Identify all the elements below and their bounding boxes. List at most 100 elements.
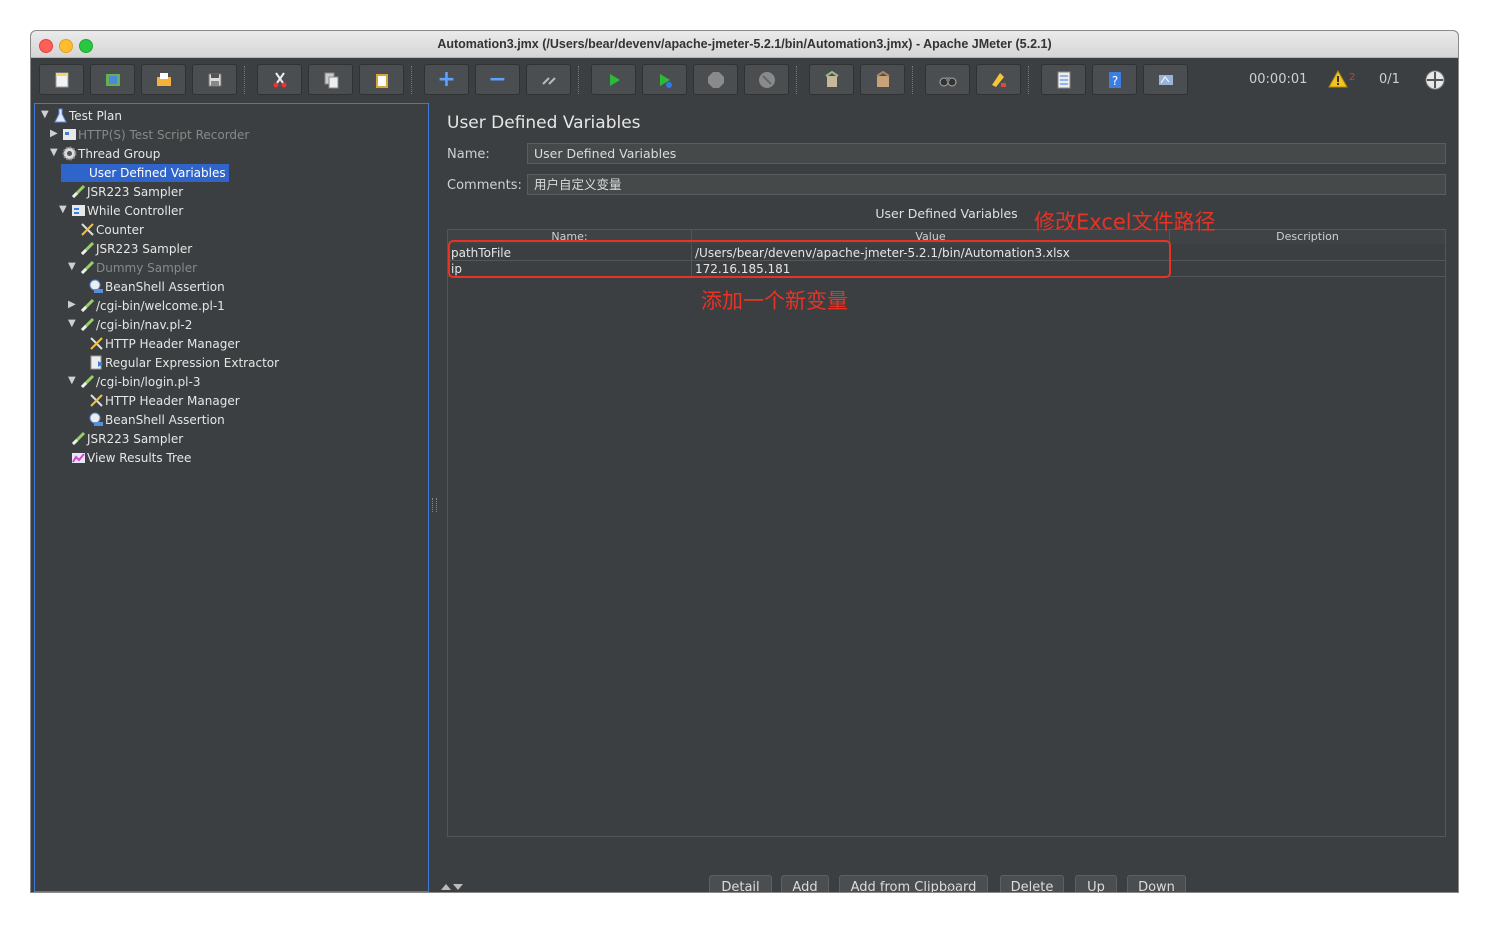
panel-heading: User Defined Variables [447,113,641,133]
save-button[interactable] [192,64,237,95]
stop-button[interactable] [693,64,738,95]
copy-button[interactable] [308,64,353,95]
tree-item[interactable]: User Defined Variables [61,164,229,182]
pane-splitter[interactable] [430,103,438,892]
test-plan-tree[interactable]: ▼ Test Plan ▶ HTTP(S) Test Script Recorder ▼… [34,103,429,892]
annotation-edit-path: 修改Excel文件路径 [1034,210,1216,234]
title-bar: Automation3.jmx (/Users/bear/devenv/apac… [31,31,1458,58]
collapse-icon: − [488,66,507,92]
controller-icon [71,203,86,218]
sampler-icon [80,241,95,256]
recorder-icon [62,127,77,142]
highlight-box [448,240,1171,278]
toggle-button[interactable] [526,64,571,95]
collapse-arrow-icon[interactable]: ▼ [68,318,76,329]
function-helper-icon [1057,71,1070,88]
clear-icon [824,70,839,87]
reset-search-button[interactable] [976,64,1021,95]
expand-arrow-icon[interactable]: ▶ [68,299,76,310]
cut-icon [273,71,286,87]
tree-item[interactable]: View Results Tree [87,449,191,467]
paste-button[interactable] [359,64,404,95]
svg-text:?: ? [1111,74,1117,88]
open-icon [156,72,171,86]
collapse-arrow-icon[interactable]: ▼ [68,375,76,386]
tree-item[interactable]: /cgi-bin/login.pl-3 [96,373,200,391]
gear-icon [62,146,77,161]
search-button[interactable] [925,64,970,95]
toolbar: + − ? 00:00:01 2 0/1 [31,58,1458,103]
element-panel: User Defined Variables Name: User Define… [439,103,1458,892]
sampler-icon [80,374,95,389]
start-button[interactable] [591,64,636,95]
collapse-all-button[interactable]: − [475,64,520,95]
sampler-icon [80,298,95,313]
tree-item[interactable]: Counter [96,221,144,239]
new-button[interactable] [39,64,84,95]
window-title: Automation3.jmx (/Users/bear/devenv/apac… [437,37,1052,51]
tree-item[interactable]: Test Plan [69,107,122,125]
sampler-icon [80,317,95,332]
templates-button[interactable] [90,64,135,95]
tree-item[interactable]: Regular Expression Extractor [105,354,279,372]
config-wrench-icon [89,336,104,351]
remote-icon [1158,74,1173,85]
tree-item[interactable]: JSR223 Sampler [96,240,192,258]
collapse-arrow-icon[interactable]: ▼ [59,204,67,215]
clear-button[interactable] [809,64,854,95]
detail-button[interactable]: Detail [709,875,772,892]
reset-search-icon [991,72,1006,87]
extractor-icon [89,355,104,370]
tree-item[interactable]: HTTP(S) Test Script Recorder [78,126,249,144]
remote-button[interactable] [1143,64,1188,95]
up-button[interactable]: Up [1075,875,1117,892]
tree-item[interactable]: Dummy Sampler [96,259,197,277]
down-button[interactable]: Down [1127,875,1186,892]
sampler-icon [71,184,86,199]
collapse-arrow-icon[interactable]: ▼ [41,109,49,120]
panel-collapse-icon[interactable] [441,883,465,891]
assertion-icon [89,412,104,427]
collapse-arrow-icon[interactable]: ▼ [50,147,58,158]
start-no-pauses-button[interactable] [642,64,687,95]
cut-button[interactable] [257,64,302,95]
bottom-splitter[interactable] [947,886,961,891]
variables-table[interactable]: Name: Value Description pathToFile /User… [447,229,1446,837]
tree-item[interactable]: Thread Group [78,145,160,163]
tree-item[interactable]: BeanShell Assertion [105,278,225,296]
config-wrench-icon [80,222,95,237]
tree-item[interactable]: HTTP Header Manager [105,335,240,353]
open-button[interactable] [141,64,186,95]
add-from-clipboard-button[interactable]: Add from Clipboard [839,875,988,892]
help-button[interactable]: ? [1092,64,1137,95]
tree-item[interactable]: While Controller [87,202,183,220]
test-plan-icon [53,108,68,123]
warning-icon[interactable] [1328,70,1348,88]
clear-all-button[interactable] [860,64,905,95]
tree-item[interactable]: /cgi-bin/nav.pl-2 [96,316,192,334]
function-helper-button[interactable] [1041,64,1086,95]
sampler-icon [71,431,86,446]
copy-icon [324,72,338,88]
delete-button[interactable]: Delete [1000,875,1064,892]
tree-item[interactable]: JSR223 Sampler [87,183,183,201]
comments-label: Comments: [447,178,522,193]
tree-item[interactable]: JSR223 Sampler [87,430,183,448]
name-field[interactable]: User Defined Variables [527,143,1446,164]
table-row-1-description[interactable] [1170,261,1445,277]
tree-item[interactable]: HTTP Header Manager [105,392,240,410]
collapse-arrow-icon[interactable]: ▼ [68,261,76,272]
active-threads: 0/1 [1379,72,1400,87]
expand-all-button[interactable]: + [424,64,469,95]
table-row-0-description[interactable] [1170,245,1445,261]
tree-item[interactable]: BeanShell Assertion [105,411,225,429]
tree-item[interactable]: /cgi-bin/welcome.pl-1 [96,297,225,315]
table-title: User Defined Variables [875,206,1018,221]
shutdown-button[interactable] [744,64,789,95]
expand-arrow-icon[interactable]: ▶ [50,128,58,139]
comments-field[interactable]: 用户自定义变量 [527,174,1446,195]
shutdown-icon [758,71,775,88]
expand-icon: + [437,66,456,92]
templates-icon [105,73,120,86]
add-button[interactable]: Add [781,875,829,892]
